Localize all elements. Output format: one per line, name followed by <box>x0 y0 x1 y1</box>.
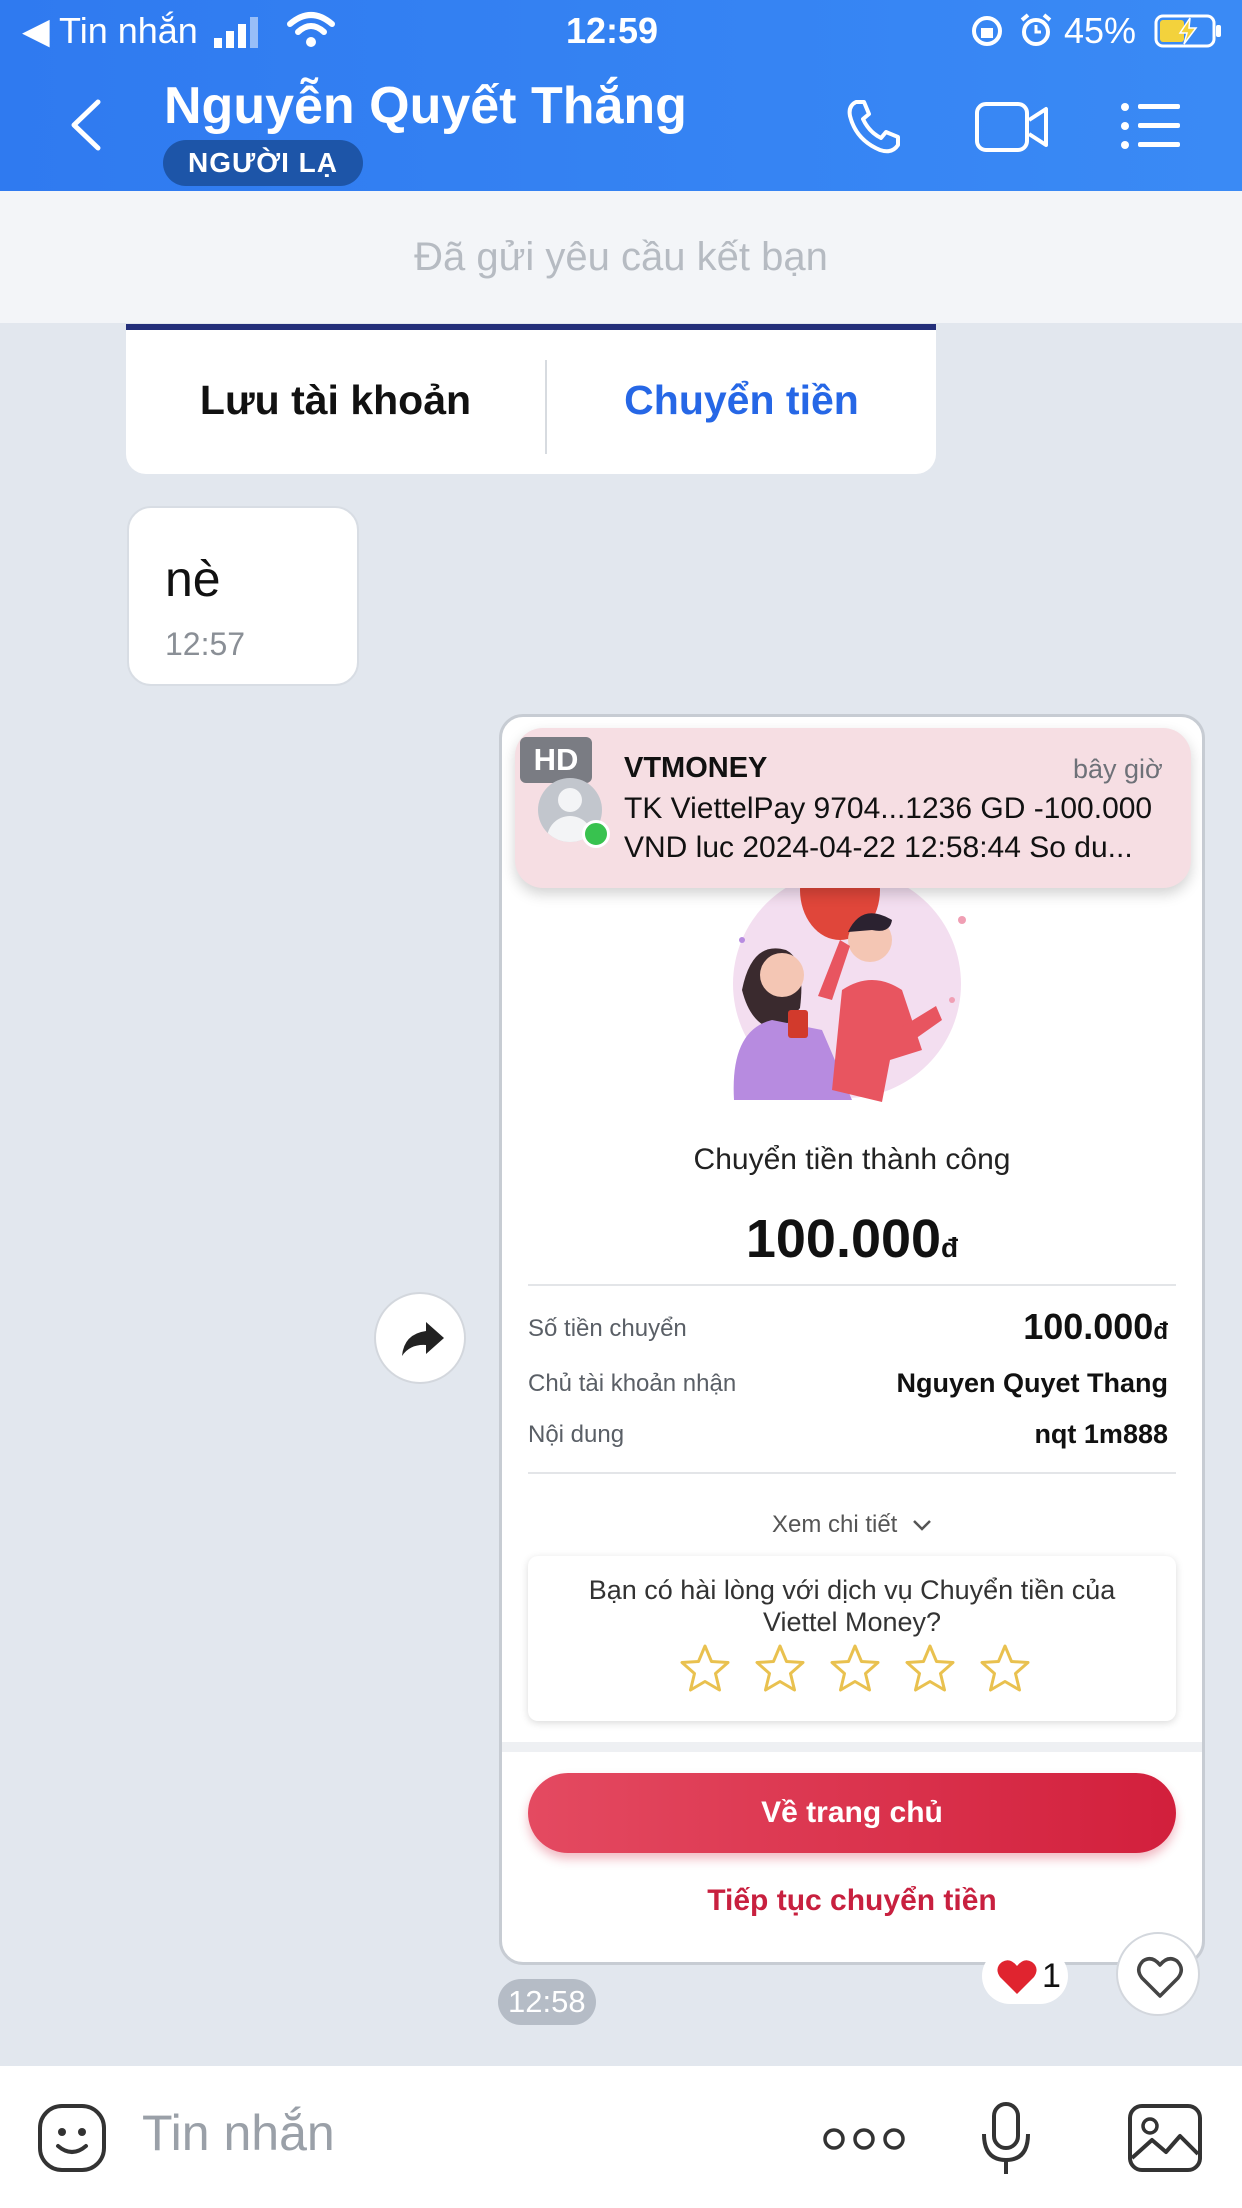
reaction-count: 1 <box>1042 1957 1061 1995</box>
home-button[interactable]: Về trang chủ <box>528 1773 1176 1853</box>
alarm-icon <box>1020 13 1052 46</box>
back-arrow-icon[interactable] <box>66 98 106 152</box>
notification-line-1: TK ViettelPay 9704...1236 GD -100.000 <box>624 792 1153 825</box>
rating-star-4-icon[interactable] <box>903 1642 957 1696</box>
phone-call-icon[interactable] <box>842 96 904 158</box>
recipient-value: Nguyen Quyet Thang <box>896 1368 1168 1398</box>
forward-arrow-icon <box>402 1322 444 1356</box>
rating-star-5-icon[interactable] <box>978 1642 1032 1696</box>
reaction-summary[interactable]: 1 <box>982 1948 1068 2004</box>
microphone-icon[interactable] <box>978 2100 1034 2180</box>
success-illustration <box>733 880 966 1102</box>
red-heart-icon <box>997 1960 1037 1994</box>
notification-time: bây giờ <box>1073 754 1163 784</box>
recipient-label: Chủ tài khoản nhận <box>528 1370 737 1397</box>
friend-request-status: Đã gửi yêu cầu kết bạn <box>0 191 1242 323</box>
message-time: 12:57 <box>165 626 246 662</box>
contact-name[interactable]: Nguyễn Quyết Thắng <box>164 76 687 136</box>
chat-header: ◀ Tin nhắn 12:59 45% Nguyễn Quyết Thắng … <box>0 0 1242 191</box>
status-back-app[interactable]: ◀ Tin nhắn <box>22 10 198 52</box>
amount-value: 100.000 <box>1023 1306 1154 1347</box>
notification-line-2: VND luc 2024-04-22 12:58:44 So du... <box>624 831 1133 864</box>
rotation-lock-icon <box>972 16 1002 46</box>
content-value: nqt 1m888 <box>1034 1419 1168 1449</box>
menu-icon[interactable] <box>1120 102 1182 150</box>
image-message-time: 12:58 <box>498 1979 596 2025</box>
amount-unit: đ <box>1153 1318 1168 1345</box>
wifi-icon <box>287 12 335 47</box>
chevron-down-icon <box>913 1520 931 1531</box>
save-account-button[interactable]: Lưu tài khoản <box>126 330 545 474</box>
amount-label: Số tiền chuyển <box>528 1315 687 1342</box>
message-text: nè <box>165 551 221 607</box>
battery-charging-icon <box>1154 14 1221 48</box>
react-button[interactable] <box>1116 1932 1200 2016</box>
message-composer: Tin nhắn <box>0 2066 1242 2208</box>
satisfaction-survey: Bạn có hài lòng với dịch vụ Chuyển tiền … <box>528 1556 1176 1721</box>
transfer-amount-line: 100.000đ <box>499 1208 1205 1270</box>
message-input[interactable]: Tin nhắn <box>142 2104 335 2162</box>
transfer-amount: 100.000 <box>745 1209 942 1269</box>
sticker-icon[interactable] <box>36 2102 108 2174</box>
amount-value-line: 100.000đ <box>1023 1306 1168 1348</box>
rating-star-1-icon[interactable] <box>678 1642 732 1696</box>
bank-account-card: Lưu tài khoản Chuyển tiền <box>126 324 936 474</box>
rating-star-3-icon[interactable] <box>828 1642 882 1696</box>
heart-outline-icon <box>1137 1957 1183 1998</box>
more-options-icon[interactable] <box>822 2124 906 2154</box>
transfer-status: Chuyển tiền thành công <box>693 1143 1011 1176</box>
currency-symbol: đ <box>941 1232 959 1263</box>
continue-transfer-link[interactable]: Tiếp tục chuyển tiền <box>528 1884 1176 1918</box>
view-details-label: Xem chi tiết <box>771 1511 898 1538</box>
forward-button[interactable] <box>374 1292 466 1384</box>
image-gallery-icon[interactable] <box>1126 2102 1204 2174</box>
receipt-divider <box>528 1284 1176 1286</box>
status-time: 12:59 <box>566 10 659 51</box>
rating-star-2-icon[interactable] <box>753 1642 807 1696</box>
notification-app-name: VTMONEY <box>624 752 768 784</box>
battery-percent: 45% <box>1064 10 1137 51</box>
hd-badge: HD <box>520 737 592 783</box>
view-details-link[interactable]: Xem chi tiết <box>499 1511 1205 1539</box>
transfer-money-button[interactable]: Chuyển tiền <box>547 330 936 474</box>
survey-question: Bạn có hài lòng với dịch vụ Chuyển tiền … <box>588 1575 1116 1637</box>
message-bubble[interactable]: nè 12:57 <box>127 506 359 686</box>
stranger-badge: NGƯỜI LẠ <box>163 140 363 186</box>
receipt-divider-2 <box>528 1472 1176 1474</box>
content-label: Nội dung <box>528 1421 625 1448</box>
signal-icon <box>214 17 258 48</box>
receipt-section-divider <box>502 1742 1202 1752</box>
video-call-icon[interactable] <box>974 100 1050 154</box>
messages-app-icon <box>582 820 610 848</box>
